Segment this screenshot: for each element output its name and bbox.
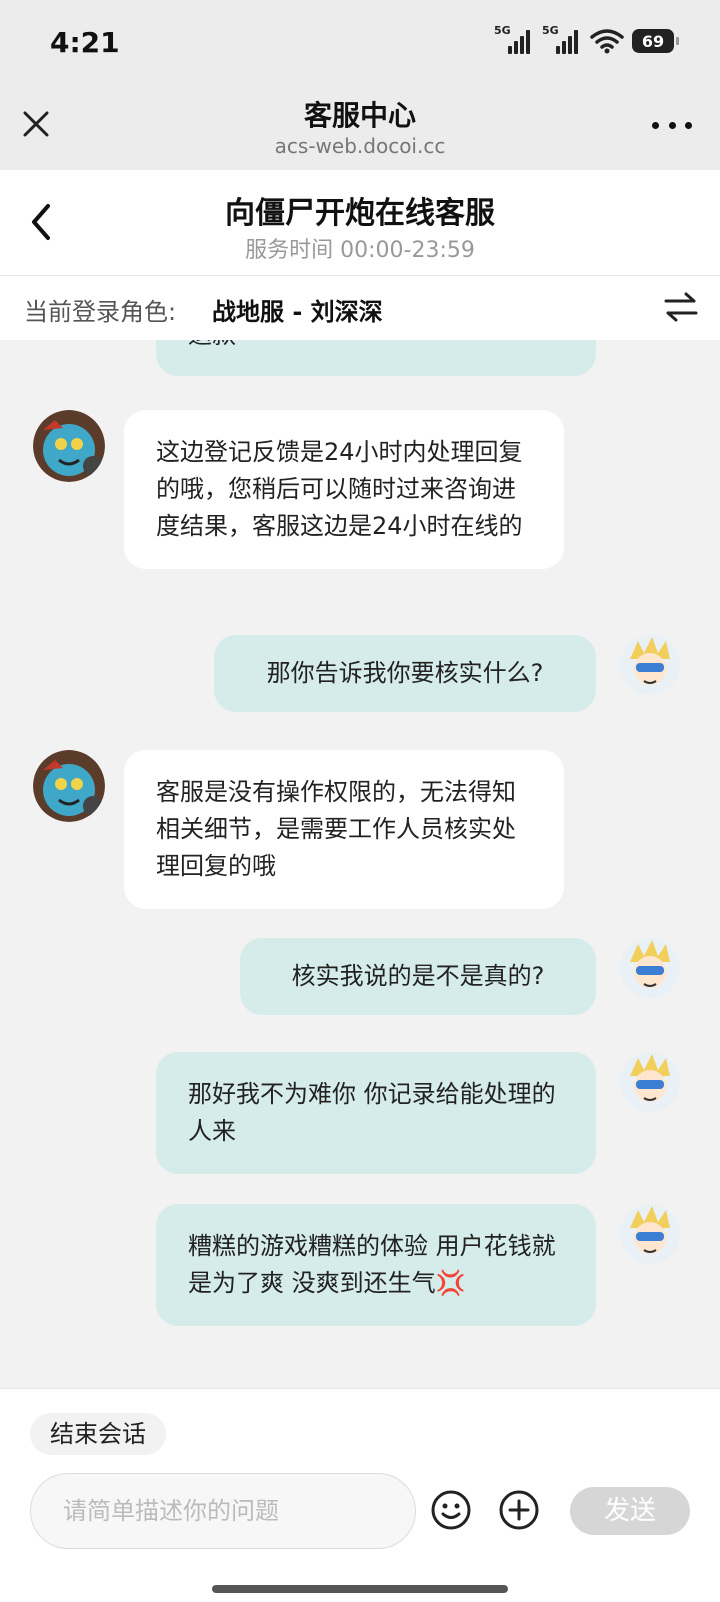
message-text: 那好我不为难你 你记录给能处理的人来 — [188, 1080, 556, 1145]
message-list[interactable]: 退款 这边登记反馈是24小时内处理回复的哦，您稍后可以随时过来咨询进度结果，客服… — [0, 340, 720, 1388]
user-avatar — [620, 1052, 680, 1112]
status-icons: 5G 5G 69 — [494, 24, 679, 54]
message-text: 这边登记反馈是24小时内处理回复的哦，您稍后可以随时过来咨询进度结果，客服这边是… — [156, 438, 523, 540]
message-text: 糟糕的游戏糟糕的体验 用户花钱就是为了爽 没爽到还生气💢 — [188, 1232, 556, 1297]
end-session-button[interactable]: 结束会话 — [30, 1413, 166, 1455]
status-bar: 4:21 5G 5G 69 — [0, 0, 720, 86]
role-value: 战地服 - 刘深深 — [212, 298, 383, 326]
user-avatar — [620, 635, 680, 695]
more-icon[interactable] — [652, 110, 692, 140]
message-bubble-user: 核实我说的是不是真的? — [240, 938, 596, 1015]
battery-icon: 69 — [632, 29, 679, 53]
cellular-signal-icon: 5G — [542, 24, 582, 54]
app-url: acs-web.docoi.cc — [274, 134, 446, 158]
message-text: 退款 — [188, 340, 236, 349]
switch-arrows-icon[interactable] — [664, 292, 698, 322]
cellular-signal-icon: 5G — [494, 24, 534, 54]
message-text: 那你告诉我你要核实什么? — [266, 659, 544, 687]
chat-header: 向僵尸开炮在线客服 服务时间 00:00-23:59 — [0, 170, 720, 276]
message-input[interactable] — [30, 1473, 416, 1549]
emoji-icon[interactable] — [430, 1489, 472, 1531]
role-bar: 当前登录角色: 战地服 - 刘深深 — [0, 276, 720, 340]
input-area: 结束会话 发送 — [0, 1388, 720, 1602]
message-bubble-user: 退款 — [156, 340, 596, 376]
user-avatar — [620, 938, 680, 998]
signal-label: 5G — [494, 24, 511, 37]
plus-icon[interactable] — [498, 1489, 540, 1531]
status-time: 4:21 — [50, 26, 120, 59]
app-title: 客服中心 — [303, 99, 416, 132]
role-label: 当前登录角色: — [24, 298, 177, 326]
message-bubble-user: 糟糕的游戏糟糕的体验 用户花钱就是为了爽 没爽到还生气💢 — [156, 1204, 596, 1326]
send-button[interactable]: 发送 — [570, 1487, 690, 1535]
wifi-icon — [590, 29, 624, 54]
message-bubble-user: 那你告诉我你要核实什么? — [214, 635, 596, 712]
chat-title: 向僵尸开炮在线客服 — [225, 196, 495, 231]
agent-avatar — [33, 410, 105, 482]
message-bubble-agent: 这边登记反馈是24小时内处理回复的哦，您稍后可以随时过来咨询进度结果，客服这边是… — [124, 410, 564, 569]
message-bubble-agent: 客服是没有操作权限的，无法得知相关细节，是需要工作人员核实处理回复的哦 — [124, 750, 564, 909]
signal-label: 5G — [542, 24, 559, 37]
agent-avatar — [33, 750, 105, 822]
message-text: 客服是没有操作权限的，无法得知相关细节，是需要工作人员核实处理回复的哦 — [156, 778, 516, 880]
home-indicator[interactable] — [212, 1585, 508, 1593]
user-avatar — [620, 1204, 680, 1264]
message-text: 核实我说的是不是真的? — [291, 962, 545, 990]
service-hours: 服务时间 00:00-23:59 — [245, 238, 475, 263]
message-bubble-user: 那好我不为难你 你记录给能处理的人来 — [156, 1052, 596, 1174]
app-header: 客服中心 acs-web.docoi.cc — [0, 86, 720, 170]
